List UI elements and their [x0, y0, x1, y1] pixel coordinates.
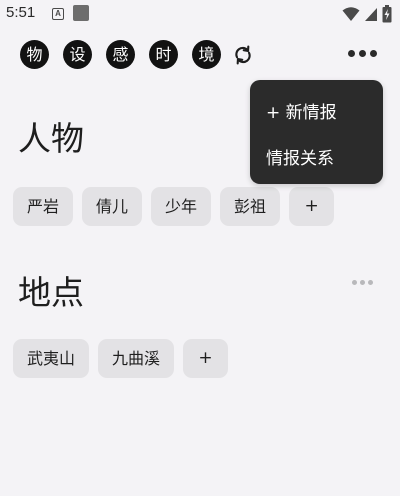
section-title-people: 人物: [18, 119, 84, 158]
more-horizontal-icon[interactable]: [348, 48, 378, 58]
a-icon: A: [52, 8, 64, 20]
section-more-icon[interactable]: [352, 280, 373, 285]
tag-chip[interactable]: 少年: [151, 187, 212, 226]
category-chip[interactable]: 感: [106, 40, 135, 69]
status-time: 5:51: [6, 4, 36, 21]
category-chip[interactable]: 时: [149, 40, 178, 69]
tag-chip[interactable]: 严岩: [13, 187, 74, 226]
places-tag-list: 武夷山 九曲溪 +: [13, 339, 229, 378]
tag-chip[interactable]: 彭祖: [220, 187, 281, 226]
add-person-button[interactable]: +: [289, 187, 335, 226]
category-row: 物 设 感 时 境: [20, 40, 254, 69]
overflow-menu: + 新情报 情报关系: [250, 80, 383, 184]
category-chip[interactable]: 物: [20, 40, 49, 69]
category-chip[interactable]: 设: [63, 40, 92, 69]
wifi-icon: [342, 7, 360, 21]
status-bar: 5:51 A: [0, 0, 400, 28]
tag-chip[interactable]: 武夷山: [13, 339, 90, 378]
square-icon: [73, 5, 89, 21]
battery-charging-icon: [382, 5, 392, 23]
menu-item-intel-relations[interactable]: 情报关系: [266, 144, 334, 169]
signal-icon: [365, 8, 377, 21]
tag-chip[interactable]: 九曲溪: [98, 339, 175, 378]
status-icons: [342, 5, 392, 23]
menu-item-new-intel[interactable]: + 新情报: [266, 98, 337, 123]
category-chip[interactable]: 境: [192, 40, 221, 69]
tag-chip[interactable]: 倩儿: [82, 187, 143, 226]
people-tag-list: 严岩 倩儿 少年 彭祖 +: [13, 187, 335, 226]
section-title-places: 地点: [18, 273, 84, 312]
add-place-button[interactable]: +: [183, 339, 229, 378]
refresh-icon[interactable]: [232, 44, 254, 66]
